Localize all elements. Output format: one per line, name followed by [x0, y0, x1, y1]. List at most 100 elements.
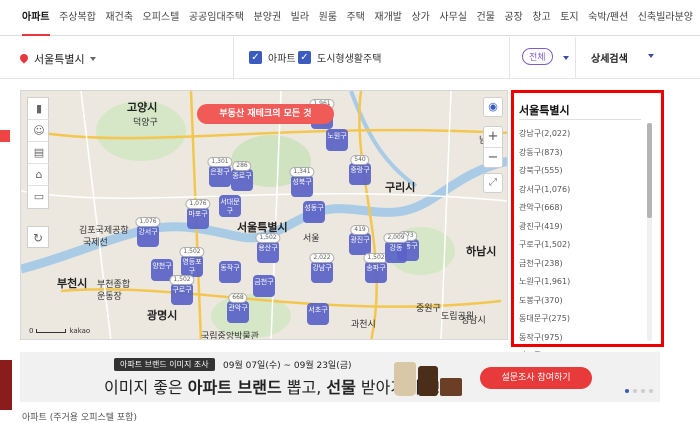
- category-tab[interactable]: 사무실: [439, 0, 467, 36]
- district-list-item[interactable]: 노원구(1,961): [519, 276, 570, 295]
- promo-banner[interactable]: 부동산 재테크의 모든 것: [197, 104, 334, 124]
- district-cluster-marker[interactable]: 구로구 1,502: [169, 275, 195, 305]
- cluster-district-name: 서대문구: [220, 198, 240, 215]
- apartment-checkbox[interactable]: ✓ 아파트: [249, 50, 296, 65]
- district-cluster-marker[interactable]: 금천구: [253, 275, 275, 297]
- district-list-item[interactable]: 강북구(555): [519, 165, 570, 184]
- category-tab[interactable]: 신축빌라분양: [638, 0, 693, 36]
- category-tab[interactable]: 아파트: [22, 0, 50, 36]
- district-list-item[interactable]: 강남구(2,022): [519, 128, 570, 147]
- apartment-checkbox-label: 아파트: [268, 54, 296, 65]
- map-view[interactable]: 고양시서울특별시구리시부천시광명시하남시남양덕양구김포국제공항국제선부천종합운동…: [20, 90, 508, 340]
- cluster-district-name: 용산구: [258, 244, 278, 252]
- headline-part: 뽑고,: [281, 378, 327, 397]
- cluster-count-badge: 1,502: [169, 275, 195, 285]
- district-cluster-marker[interactable]: 영등포구 1,502: [179, 247, 205, 277]
- people-icon[interactable]: ☺: [28, 120, 50, 142]
- check-icon: ✓: [249, 51, 262, 64]
- cluster-district-name: 성동구: [304, 204, 324, 212]
- survey-cta-button[interactable]: 설문조사 참여하기: [480, 367, 592, 389]
- category-tab[interactable]: 재개발: [374, 0, 402, 36]
- map-place-label: 덕양구: [133, 118, 158, 128]
- urban-housing-checkbox-label: 도시형생활주택: [317, 54, 382, 65]
- cluster-count-badge: 1,076: [135, 217, 161, 227]
- panel-scrollbar[interactable]: [647, 123, 652, 341]
- district-list-item[interactable]: 도봉구(370): [519, 295, 570, 314]
- cluster-district-name: 영등포구: [182, 258, 202, 275]
- district-cluster-marker[interactable]: 관악구 668: [227, 293, 249, 323]
- category-tab[interactable]: 원룸: [319, 0, 337, 36]
- chevron-down-icon[interactable]: [648, 54, 654, 58]
- category-tab[interactable]: 빌라: [291, 0, 309, 36]
- district-cluster-marker[interactable]: 용산구 1,502: [255, 233, 281, 263]
- detail-search-button[interactable]: 상세검색: [591, 50, 628, 65]
- chevron-down-icon[interactable]: [563, 56, 569, 60]
- category-tab[interactable]: 숙박/펜션: [588, 0, 628, 36]
- scale-left: 0: [29, 327, 34, 335]
- category-tab[interactable]: 주상복합: [59, 0, 96, 36]
- district-cluster-marker[interactable]: 성북구 1,341: [289, 167, 315, 197]
- carousel-dot[interactable]: [649, 389, 653, 393]
- district-cluster-marker[interactable]: 성동구: [303, 201, 325, 223]
- cluster-district-name: 강동: [389, 244, 403, 252]
- carousel-dot[interactable]: [641, 389, 645, 393]
- subway-icon[interactable]: ▤: [28, 142, 50, 164]
- category-tab[interactable]: 건물: [477, 0, 495, 36]
- category-tab[interactable]: 창고: [532, 0, 550, 36]
- district-cluster-marker[interactable]: 강동 2,009: [383, 233, 409, 263]
- district-cluster-marker[interactable]: 노원구: [326, 129, 348, 151]
- region-select[interactable]: 서울특별시: [20, 51, 96, 67]
- urban-housing-checkbox[interactable]: ✓ 도시형생활주택: [298, 50, 381, 65]
- category-tab[interactable]: 재건축: [105, 0, 133, 36]
- district-cluster-marker[interactable]: 서초구: [307, 303, 329, 325]
- district-cluster-marker[interactable]: 중랑구 540: [349, 155, 371, 185]
- survey-ad-banner[interactable]: 아파트 브랜드 이미지 조사 09월 07일(수) ~ 09월 23일(금) 이…: [20, 352, 660, 402]
- cluster-district-name: 중랑구: [350, 166, 370, 174]
- car-icon[interactable]: ▭: [28, 186, 50, 208]
- district-list-item[interactable]: 동작구(975): [519, 332, 570, 351]
- category-tab[interactable]: 토지: [560, 0, 578, 36]
- district-cluster-marker[interactable]: 강남구 2,022: [309, 253, 335, 283]
- chart-icon[interactable]: ▮: [28, 98, 50, 120]
- cluster-district-name: 구로구: [172, 286, 192, 294]
- district-cluster-marker[interactable]: 송파구 1,502: [363, 253, 389, 283]
- district-list-item[interactable]: 금천구(238): [519, 258, 570, 277]
- category-tab[interactable]: 상가: [411, 0, 429, 36]
- district-list-item[interactable]: 관악구(668): [519, 202, 570, 221]
- cluster-district-name: 강남구: [312, 264, 332, 272]
- district-cluster-marker[interactable]: 종로구 286: [231, 161, 253, 191]
- left-edge-block: [0, 130, 10, 142]
- district-cluster-marker[interactable]: 마포구 1,076: [185, 199, 211, 229]
- district-list-item[interactable]: 강동구(873): [519, 147, 570, 166]
- refresh-icon[interactable]: ↻: [27, 226, 49, 248]
- district-list-item[interactable]: 구로구(1,502): [519, 239, 570, 258]
- category-tab[interactable]: 주택: [346, 0, 364, 36]
- district-cluster-marker[interactable]: 광진구 419: [349, 225, 371, 255]
- category-tab[interactable]: 분양권: [254, 0, 282, 36]
- category-tab[interactable]: 공공임대주택: [189, 0, 244, 36]
- cluster-count-badge: 540: [350, 155, 370, 165]
- district-list-item[interactable]: 동대문구(275): [519, 313, 570, 332]
- carousel-dot[interactable]: [633, 389, 637, 393]
- district-cluster-marker[interactable]: 동작구: [219, 261, 241, 283]
- map-scale: 0 kakao: [29, 327, 90, 335]
- map-place-label: 고양시: [127, 101, 158, 114]
- district-cluster-marker[interactable]: 서대문구: [219, 195, 241, 217]
- all-filter-pill[interactable]: 전체: [522, 48, 553, 65]
- district-list-item[interactable]: 강서구(1,076): [519, 184, 570, 203]
- category-tab[interactable]: 공장: [504, 0, 522, 36]
- district-list-item[interactable]: 광진구(419): [519, 221, 570, 240]
- district-cluster-marker[interactable]: 강서구 1,076: [135, 217, 161, 247]
- scrollbar-thumb[interactable]: [647, 123, 652, 218]
- fullscreen-icon[interactable]: ⤢: [483, 173, 503, 193]
- ad-dates: 09월 07일(수) ~ 09월 23일(금): [223, 361, 352, 371]
- carousel-dot[interactable]: [625, 389, 629, 393]
- district-cluster-marker[interactable]: 은평구 1,301: [207, 157, 233, 187]
- district-list: 강남구(2,022) 강동구(873) 강북구(555) 강서구(1,076) 관악구(…: [519, 128, 570, 369]
- school-icon[interactable]: ⌂: [28, 164, 50, 186]
- my-location-icon[interactable]: ◉: [483, 97, 503, 117]
- category-tab[interactable]: 오피스텔: [143, 0, 180, 36]
- category-nav: 아파트 주상복합 재건축 오피스텔 공공임대주택 분양권 빌라 원룸 주택 재개발 상가 사무실 건물 공…: [0, 0, 700, 36]
- zoom-out-button[interactable]: −: [484, 147, 502, 167]
- zoom-in-button[interactable]: +: [484, 127, 502, 147]
